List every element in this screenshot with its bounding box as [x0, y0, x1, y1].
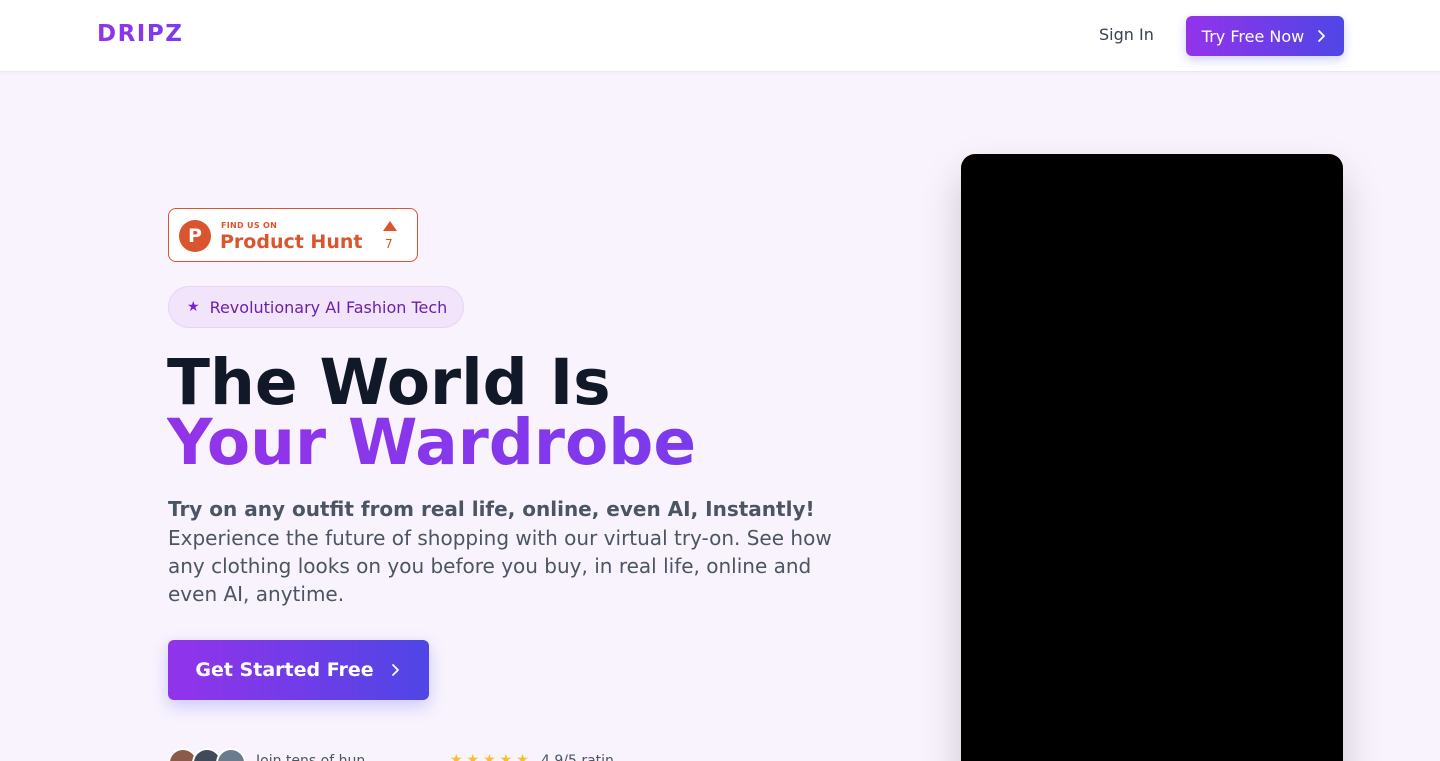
demo-video-player[interactable]	[961, 154, 1343, 761]
hero-lead: Try on any outfit from real life, online…	[168, 497, 815, 521]
product-hunt-name: Product Hunt	[220, 231, 363, 253]
get-started-label: Get Started Free	[195, 659, 374, 681]
sign-in-link[interactable]: Sign In	[1099, 25, 1154, 44]
rating-stars-icon: ★★★★★	[450, 752, 533, 761]
rating-text: 4.9/5 ratin	[541, 753, 614, 761]
avatar	[216, 748, 246, 761]
brand-logo[interactable]: DRIPZ	[97, 21, 183, 47]
chevron-right-icon	[1318, 30, 1326, 42]
hero-title-line2: Your Wardrobe	[167, 406, 697, 479]
hero-description: Experience the future of shopping with o…	[168, 526, 832, 606]
product-hunt-caption: FIND US ON	[221, 221, 278, 230]
try-free-label: Try Free Now	[1201, 26, 1305, 46]
get-started-button[interactable]: Get Started Free	[168, 640, 429, 700]
upvote-count: 7	[385, 237, 393, 251]
feature-badge: ★ Revolutionary AI Fashion Tech	[168, 286, 464, 328]
social-proof-text: Join tens of hun	[256, 753, 366, 761]
top-navbar: DRIPZ Sign In Try Free Now	[0, 0, 1440, 72]
try-free-button[interactable]: Try Free Now	[1186, 16, 1344, 56]
feature-badge-label: Revolutionary AI Fashion Tech	[209, 297, 448, 317]
user-avatars	[168, 748, 248, 761]
product-hunt-badge[interactable]: P FIND US ON Product Hunt 7	[168, 208, 418, 262]
chevron-right-icon	[391, 664, 399, 676]
product-hunt-logo-icon: P	[179, 220, 211, 252]
upvote-arrow-icon	[383, 221, 397, 231]
star-icon: ★	[187, 299, 200, 315]
